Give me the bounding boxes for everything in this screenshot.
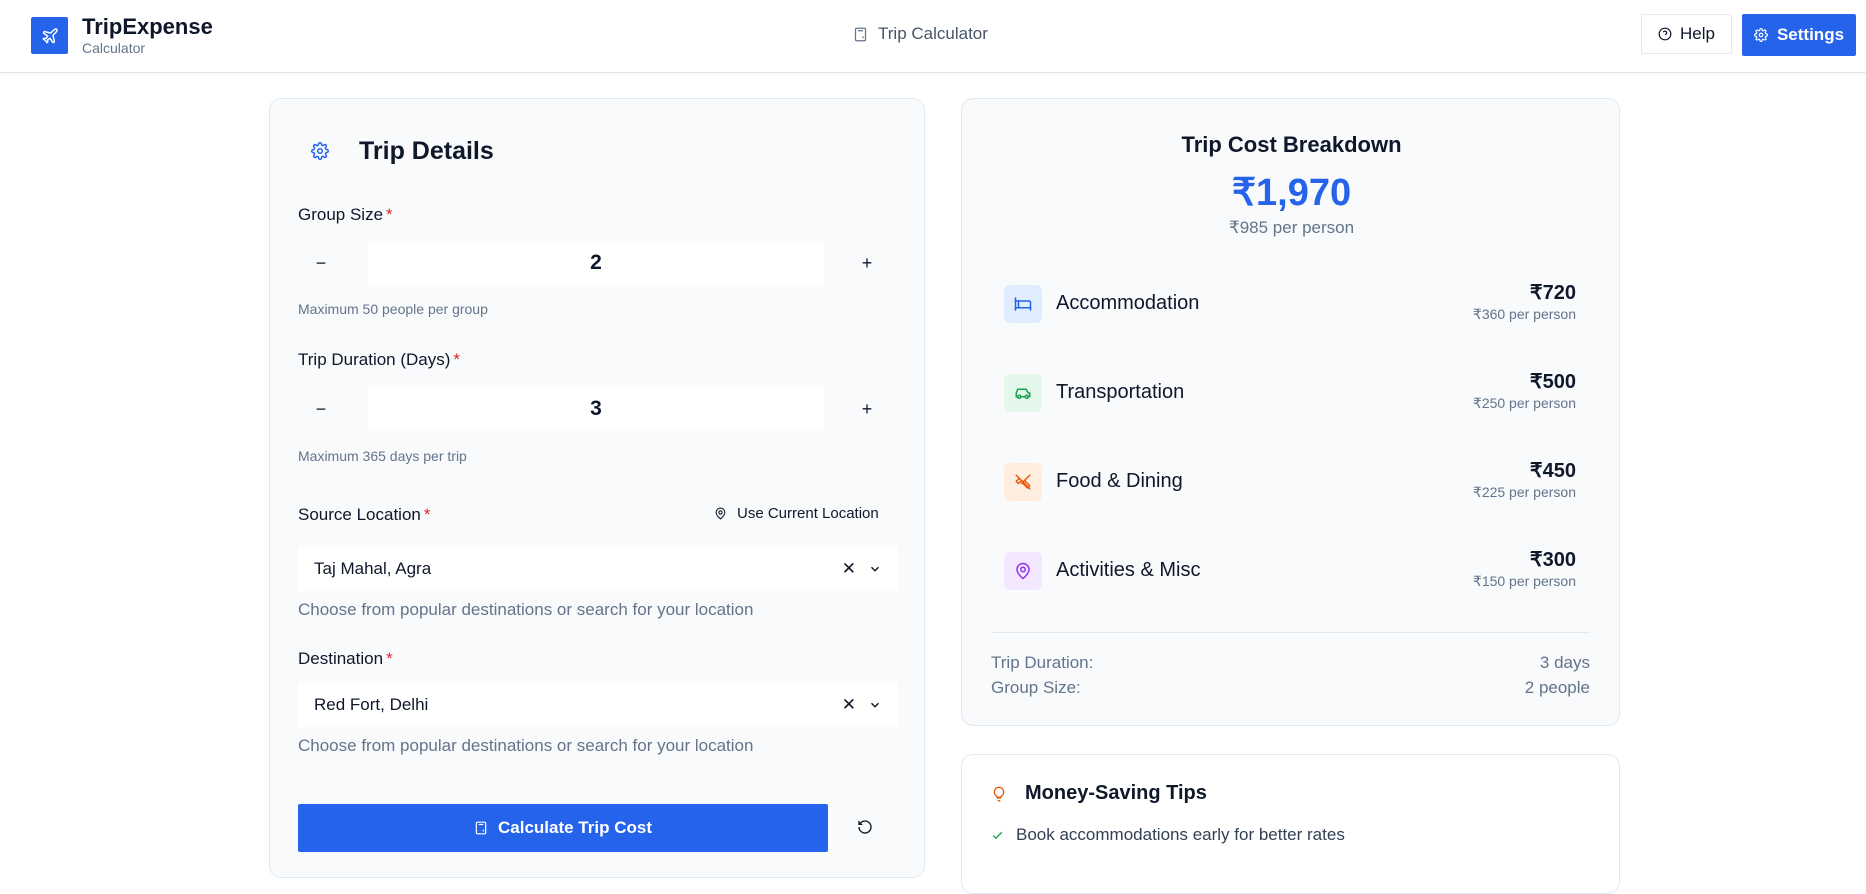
duration-input[interactable]: 3 xyxy=(368,387,824,431)
category-name: Accommodation xyxy=(1056,292,1200,314)
help-button[interactable]: Help xyxy=(1641,14,1732,54)
reset-icon xyxy=(858,820,872,834)
category-name: Activities & Misc xyxy=(1056,559,1201,581)
total-per-person: ₹985 per person xyxy=(1228,218,1355,237)
destination-select[interactable]: Red Fort, Delhi ✕ xyxy=(298,683,898,727)
lightbulb-icon xyxy=(993,786,1005,802)
logo[interactable] xyxy=(31,17,68,54)
category-amount: ₹720 xyxy=(1529,282,1576,304)
duration-hint: Maximum 365 days per trip xyxy=(298,448,467,464)
trip-duration-label: Trip Duration (Days) * xyxy=(298,350,461,369)
chevron-down-icon[interactable] xyxy=(868,698,882,712)
trip-duration-summary-label: Trip Duration: xyxy=(991,653,1094,672)
brand-title: TripExpense xyxy=(82,14,213,39)
source-location-value: Taj Mahal, Agra xyxy=(314,559,432,578)
destination-label: Destination * xyxy=(298,649,393,668)
group-size-summary-label: Group Size: xyxy=(991,678,1081,697)
nav-label: Trip Calculator xyxy=(878,24,988,43)
tip-text: Book accommodations early for better rat… xyxy=(1016,825,1345,844)
total-cost: ₹1,970 xyxy=(1231,172,1352,214)
settings-button[interactable]: Settings xyxy=(1742,14,1856,56)
duration-increment-button[interactable]: + xyxy=(844,387,890,431)
bed-icon xyxy=(1004,285,1042,323)
check-icon xyxy=(992,831,1003,839)
calculate-label: Calculate Trip Cost xyxy=(498,818,652,837)
source-location-label: Source Location * xyxy=(298,505,431,524)
category-per-person: ₹150 per person xyxy=(1472,573,1576,589)
category-per-person: ₹250 per person xyxy=(1472,395,1576,411)
breakdown-title: Trip Cost Breakdown xyxy=(1181,132,1402,157)
nav-trip-calculator[interactable]: Trip Calculator xyxy=(853,24,988,44)
top-bar: TripExpense Calculator Trip Calculator H… xyxy=(0,0,1866,73)
destination-value: Red Fort, Delhi xyxy=(314,695,429,714)
source-location-select[interactable]: Taj Mahal, Agra ✕ xyxy=(298,547,898,591)
map-pin-icon xyxy=(1004,552,1042,590)
category-amount: ₹500 xyxy=(1529,371,1576,393)
tips-title: Money-Saving Tips xyxy=(1025,782,1207,804)
group-size-increment-button[interactable]: + xyxy=(844,241,890,285)
use-current-location-button[interactable]: Use Current Location xyxy=(714,505,879,522)
duration-decrement-button[interactable]: − xyxy=(298,387,344,431)
divider xyxy=(991,632,1590,633)
clear-icon[interactable]: ✕ xyxy=(842,559,856,579)
group-size-hint: Maximum 50 people per group xyxy=(298,301,488,317)
help-circle-icon xyxy=(1658,27,1672,41)
trip-duration-summary-value: 3 days xyxy=(1539,653,1590,672)
settings-label: Settings xyxy=(1776,25,1845,44)
help-label: Help xyxy=(1680,24,1715,43)
gear-icon xyxy=(311,142,329,160)
clear-icon[interactable]: ✕ xyxy=(842,695,856,715)
gear-icon xyxy=(1754,28,1768,42)
reset-button[interactable] xyxy=(857,819,875,837)
group-size-input[interactable]: 2 xyxy=(368,241,824,285)
brand-subtitle: Calculator xyxy=(82,40,146,56)
calculator-icon xyxy=(854,27,867,41)
category-amount: ₹300 xyxy=(1529,549,1576,571)
calculate-trip-cost-button[interactable]: Calculate Trip Cost xyxy=(298,804,828,852)
money-saving-tips-card: Money-Saving Tips Book accommodations ea… xyxy=(961,754,1620,894)
tip-item: Book accommodations early for better rat… xyxy=(991,825,1345,845)
use-current-location-label: Use Current Location xyxy=(737,505,879,522)
group-size-decrement-button[interactable]: − xyxy=(298,241,344,285)
car-icon xyxy=(1004,374,1042,412)
group-size-summary-value: 2 people xyxy=(1524,678,1590,697)
utensils-icon xyxy=(1004,463,1042,501)
cost-breakdown-card: Trip Cost Breakdown ₹1,970 ₹985 per pers… xyxy=(961,98,1620,726)
category-name: Food & Dining xyxy=(1056,470,1183,492)
destination-hint: Choose from popular destinations or sear… xyxy=(298,736,754,755)
trip-details-title: Trip Details xyxy=(359,137,494,165)
category-per-person: ₹360 per person xyxy=(1472,306,1576,322)
calculator-icon xyxy=(475,821,487,835)
trip-details-card: Trip Details Group Size * − 2 + Maximum 5… xyxy=(269,98,925,878)
plane-icon xyxy=(42,27,58,43)
chevron-down-icon[interactable] xyxy=(868,562,882,576)
group-size-label: Group Size * xyxy=(298,205,393,224)
map-pin-icon xyxy=(715,507,726,520)
category-amount: ₹450 xyxy=(1529,460,1576,482)
category-per-person: ₹225 per person xyxy=(1472,484,1576,500)
category-name: Transportation xyxy=(1056,381,1185,403)
source-location-hint: Choose from popular destinations or sear… xyxy=(298,600,754,619)
